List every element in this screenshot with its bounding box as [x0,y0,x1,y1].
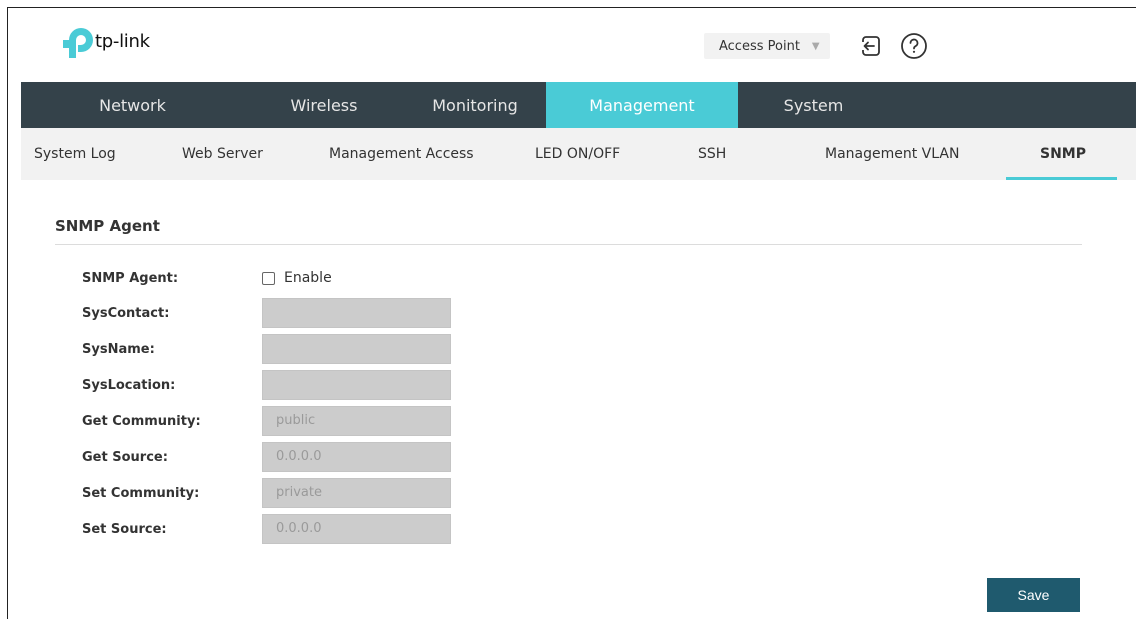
set-community-row: Set Community: [82,478,262,508]
main-tab-label: Monitoring [432,95,518,115]
operation-mode-value: Access Point [719,38,800,54]
sub-tab-snmp[interactable]: SNMP [1040,128,1086,180]
set-community-label: Set Community: [82,485,200,501]
sys-location-label: SysLocation: [82,377,176,393]
window-frame-left [7,7,8,619]
get-source-row: Get Source: [82,442,262,472]
snmp-agent-row: SNMP Agent: [82,263,262,293]
set-community-input[interactable]: private [262,478,451,508]
sys-location-input[interactable] [262,370,451,400]
main-nav: Network Wireless Monitoring Management S… [21,82,1136,128]
main-tab-monitoring[interactable]: Monitoring [404,82,546,128]
set-source-input[interactable]: 0.0.0.0 [262,514,451,544]
sub-tab-web-server[interactable]: Web Server [182,128,263,180]
set-source-label: Set Source: [82,521,167,537]
sys-contact-row: SysContact: [82,298,262,328]
sys-contact-label: SysContact: [82,305,170,321]
sys-location-row: SysLocation: [82,370,262,400]
main-tab-wireless[interactable]: Wireless [244,82,404,128]
main-tab-label: Wireless [290,95,358,115]
sub-nav: System Log Web Server Management Access … [21,128,1136,180]
get-community-input[interactable]: public [262,406,451,436]
active-tab-indicator [1006,177,1117,180]
get-source-label: Get Source: [82,449,168,465]
get-community-row: Get Community: [82,406,262,436]
main-tab-label: System [783,95,844,115]
section-divider [55,244,1082,245]
main-tab-label: Management [589,95,695,115]
operation-mode-select[interactable]: Access Point ▼ [704,33,830,59]
sub-tab-management-vlan[interactable]: Management VLAN [825,128,959,180]
sys-name-label: SysName: [82,341,155,357]
sys-name-input[interactable] [262,334,451,364]
tp-link-logo: tp-link [63,26,150,58]
snmp-agent-label: SNMP Agent: [82,270,179,286]
logout-icon[interactable] [859,34,883,58]
enable-checkbox-label: Enable [284,270,332,286]
chevron-down-icon: ▼ [811,40,820,52]
sub-tab-system-log[interactable]: System Log [34,128,116,180]
main-tab-system[interactable]: System [738,82,889,128]
sys-contact-input[interactable] [262,298,451,328]
sub-tab-led-on-off[interactable]: LED ON/OFF [535,128,620,180]
snmp-agent-enable[interactable]: Enable [262,270,332,286]
tp-link-logo-icon [63,26,93,58]
help-icon[interactable] [900,32,928,60]
set-source-row: Set Source: [82,514,262,544]
sub-tab-management-access[interactable]: Management Access [329,128,474,180]
section-title: SNMP Agent [55,217,160,235]
main-tab-network[interactable]: Network [21,82,244,128]
get-source-input[interactable]: 0.0.0.0 [262,442,451,472]
sys-name-row: SysName: [82,334,262,364]
sub-tab-ssh[interactable]: SSH [698,128,726,180]
logo-text: tp-link [95,30,150,52]
main-tab-label: Network [99,95,166,115]
header: tp-link Access Point ▼ [21,8,1136,82]
save-button[interactable]: Save [987,578,1080,612]
main-tab-management[interactable]: Management [546,82,738,128]
get-community-label: Get Community: [82,413,201,429]
enable-checkbox[interactable] [262,271,275,285]
